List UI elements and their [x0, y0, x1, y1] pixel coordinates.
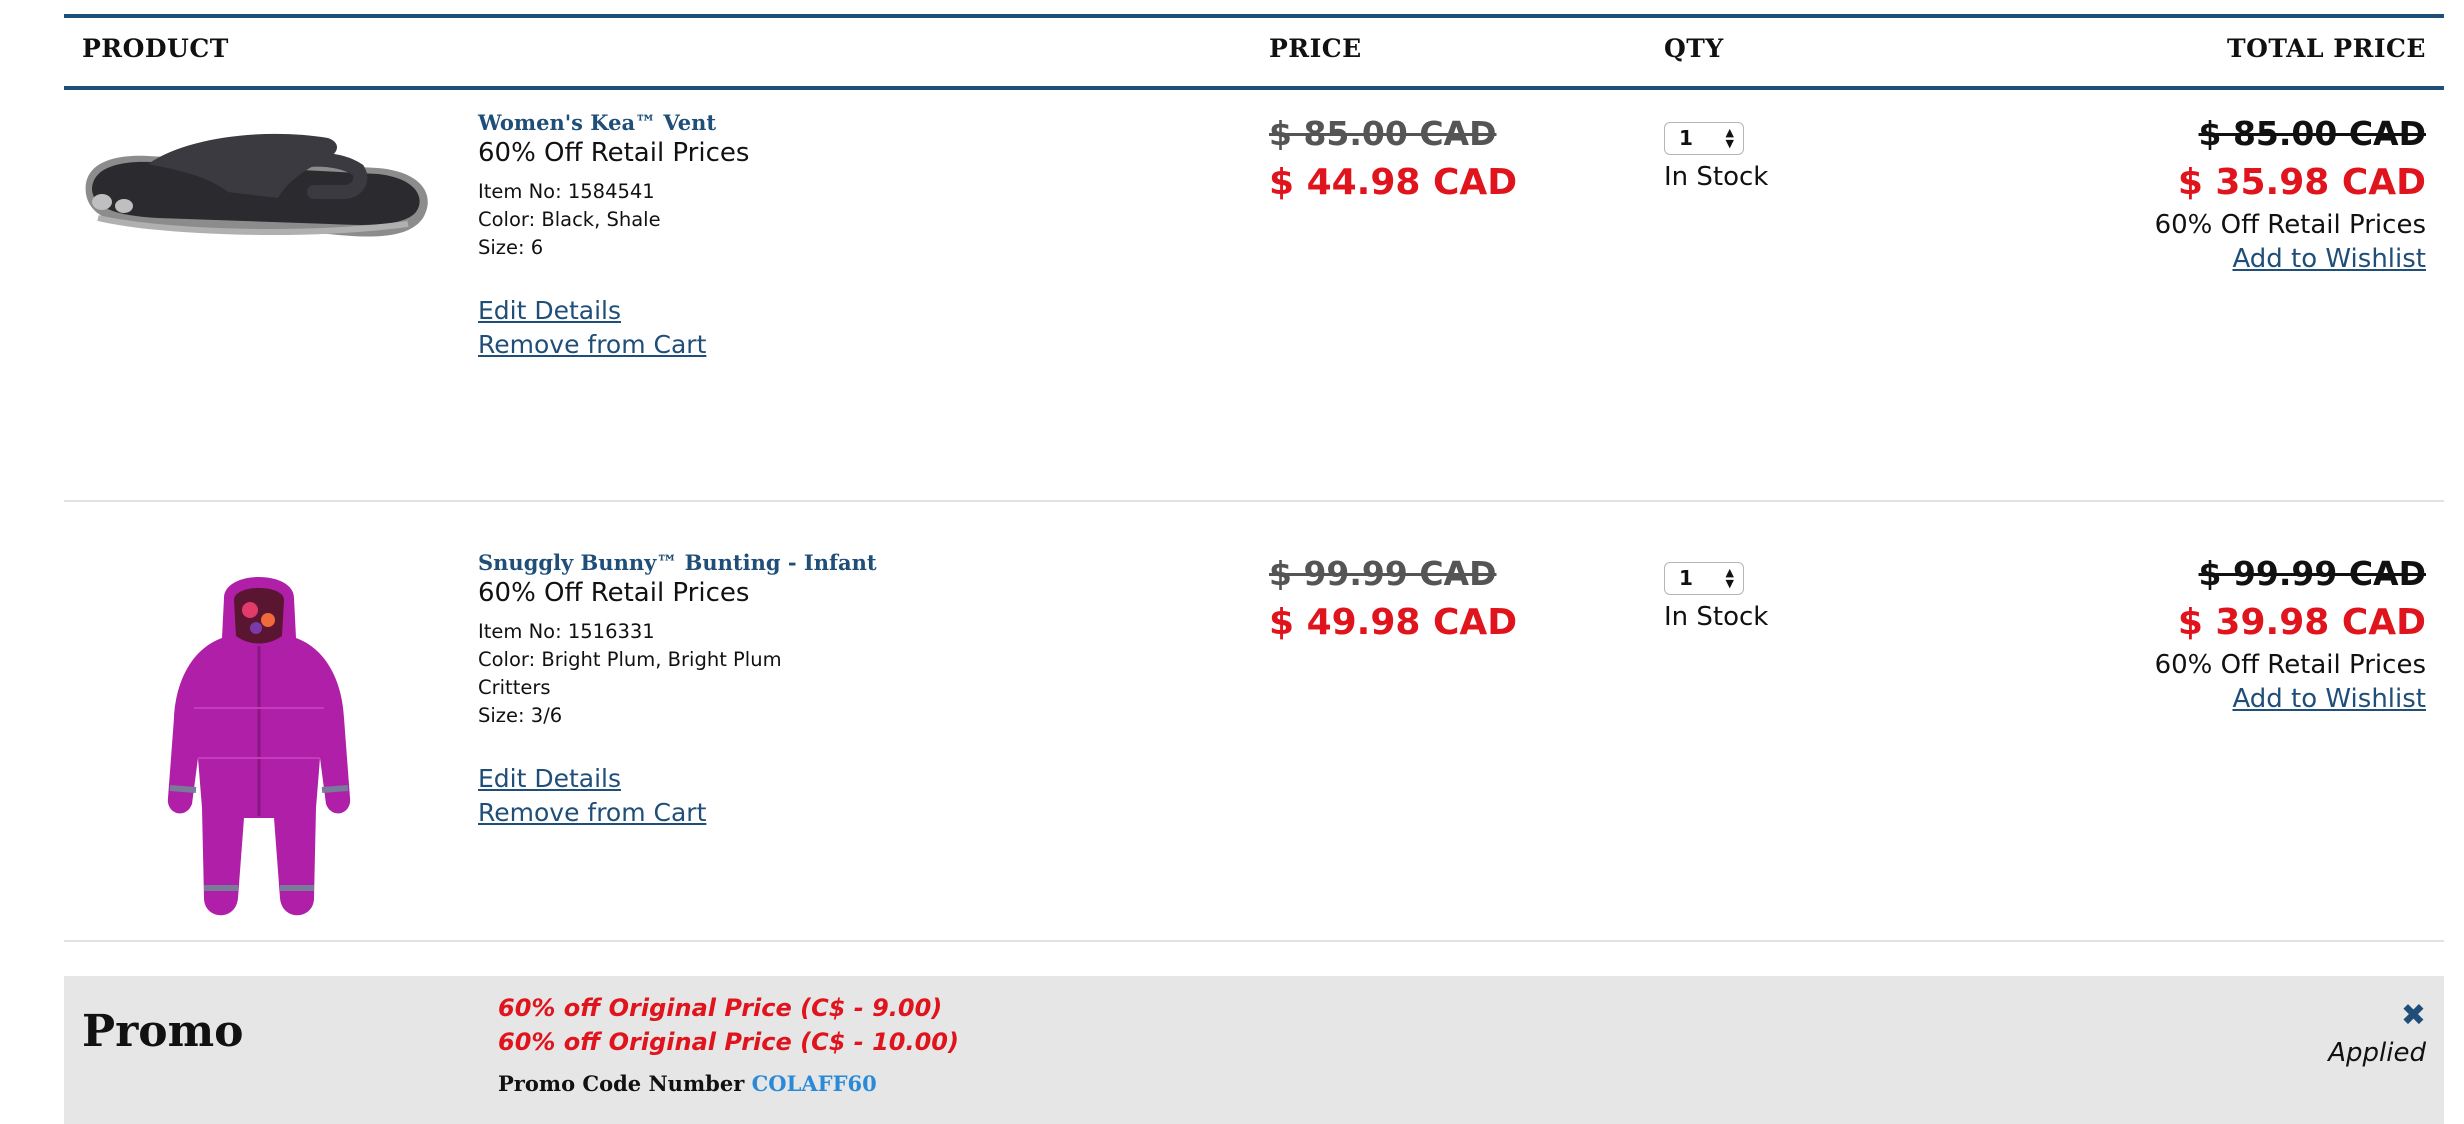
- cart-item-row: Women's Kea™ Vent 60% Off Retail Prices …: [64, 90, 2444, 500]
- item-color: Color: Black, Shale: [478, 208, 661, 231]
- header-top-rule: [64, 14, 2444, 18]
- item-number: Item No: 1584541: [478, 180, 655, 203]
- quantity-value: 1: [1679, 126, 1693, 150]
- promo-discount-line: 60% off Original Price (C$ - 10.00): [498, 1028, 959, 1056]
- infant-bunting-product-image[interactable]: [164, 558, 354, 938]
- total-original-price: $ 85.00 CAD: [2198, 114, 2426, 153]
- edit-details-link[interactable]: Edit Details: [478, 296, 621, 325]
- total-original-price: $ 99.99 CAD: [2198, 554, 2426, 593]
- total-promo-note: 60% Off Retail Prices: [2154, 650, 2426, 680]
- column-header-price: PRICE: [1269, 34, 1362, 63]
- promo-code-value: COLAFF60: [751, 1071, 877, 1096]
- item-number: Item No: 1516331: [478, 620, 655, 643]
- close-icon[interactable]: ✖: [2401, 998, 2426, 1033]
- sandal-product-image[interactable]: [78, 106, 438, 246]
- promo-code-line: Promo Code Number COLAFF60: [498, 1071, 877, 1096]
- row-divider: [64, 940, 2444, 942]
- promo-title: Promo: [82, 1006, 244, 1057]
- row-divider: [64, 500, 2444, 502]
- quantity-select[interactable]: 1 ▲ ▼: [1664, 122, 1744, 155]
- select-arrows-icon: ▲ ▼: [1725, 566, 1734, 590]
- promo-label: 60% Off Retail Prices: [478, 578, 750, 608]
- total-promo-note: 60% Off Retail Prices: [2154, 210, 2426, 240]
- quantity-select[interactable]: 1 ▲ ▼: [1664, 562, 1744, 595]
- product-specs: Item No: 1516331 Color: Bright Plum, Bri…: [478, 618, 782, 730]
- sale-price: $ 49.98 CAD: [1269, 602, 1518, 643]
- product-name-link[interactable]: Snuggly Bunny™ Bunting - Infant: [478, 550, 877, 575]
- edit-details-link[interactable]: Edit Details: [478, 764, 621, 793]
- original-price: $ 99.99 CAD: [1269, 554, 1497, 593]
- promo-code-label: Promo Code Number: [498, 1071, 745, 1096]
- select-arrows-icon: ▲ ▼: [1725, 126, 1734, 150]
- promo-label: 60% Off Retail Prices: [478, 138, 750, 168]
- stock-status: In Stock: [1664, 602, 1769, 632]
- product-specs: Item No: 1584541 Color: Black, Shale Siz…: [478, 178, 661, 262]
- add-to-wishlist-link[interactable]: Add to Wishlist: [2232, 244, 2426, 274]
- add-to-wishlist-link[interactable]: Add to Wishlist: [2232, 684, 2426, 714]
- cart-item-row: Snuggly Bunny™ Bunting - Infant 60% Off …: [64, 530, 2444, 950]
- column-header-product: PRODUCT: [82, 34, 229, 63]
- promo-discount-line: 60% off Original Price (C$ - 9.00): [498, 994, 943, 1022]
- sale-price: $ 44.98 CAD: [1269, 162, 1518, 203]
- item-size: Size: 3/6: [478, 704, 563, 727]
- item-color-continued: Critters: [478, 676, 551, 699]
- item-color: Color: Bright Plum, Bright Plum: [478, 648, 782, 671]
- product-name-link[interactable]: Women's Kea™ Vent: [478, 110, 716, 135]
- column-header-total-price: TOTAL PRICE: [2226, 34, 2426, 63]
- total-sale-price: $ 35.98 CAD: [2177, 162, 2426, 203]
- cart-table: PRODUCT PRICE QTY TOTAL PRICE Women's Ke…: [64, 0, 2444, 1124]
- column-header-qty: QTY: [1664, 34, 1724, 63]
- promo-status: Applied: [2328, 1038, 2426, 1068]
- remove-from-cart-link[interactable]: Remove from Cart: [478, 330, 706, 359]
- remove-from-cart-link[interactable]: Remove from Cart: [478, 798, 706, 827]
- promo-panel: Promo 60% off Original Price (C$ - 9.00)…: [64, 976, 2444, 1124]
- stock-status: In Stock: [1664, 162, 1769, 192]
- item-size: Size: 6: [478, 236, 544, 259]
- total-sale-price: $ 39.98 CAD: [2177, 602, 2426, 643]
- quantity-value: 1: [1679, 566, 1693, 590]
- original-price: $ 85.00 CAD: [1269, 114, 1497, 153]
